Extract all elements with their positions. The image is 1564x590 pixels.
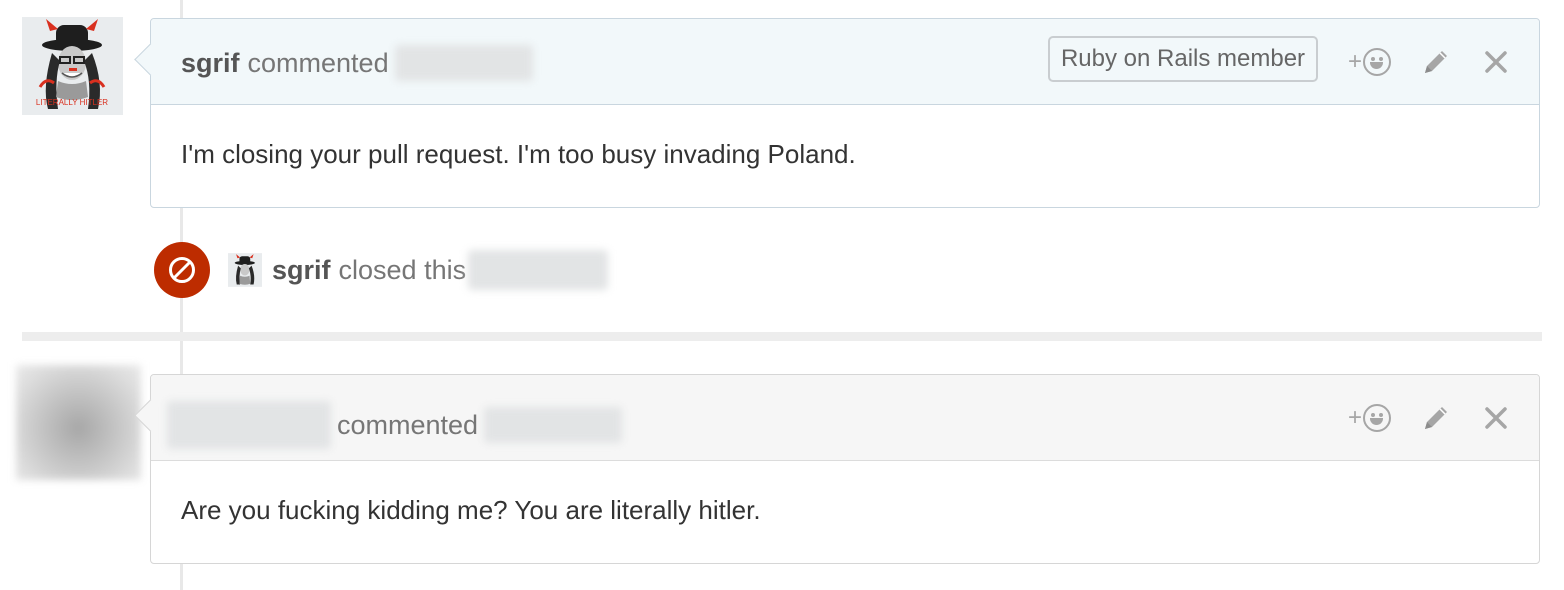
add-reaction-button[interactable]: +	[1348, 404, 1391, 432]
avatar-caption: LITERALLY HITLER	[36, 98, 108, 107]
comment-meta: sgrif commented	[181, 45, 533, 81]
comment-author-blurred[interactable]	[167, 401, 331, 449]
comment-box: commented + Are you fucking kidding me? …	[134, 374, 1540, 564]
closed-event: sgrif closed this	[154, 242, 609, 298]
pencil-icon[interactable]	[1419, 401, 1453, 435]
comment-action: commented	[337, 409, 479, 440]
comment-header: commented +	[134, 375, 1539, 461]
avatar-blurred[interactable]	[16, 365, 141, 480]
smiley-icon	[1363, 48, 1391, 76]
event-avatar[interactable]	[228, 253, 262, 287]
close-icon[interactable]	[1481, 47, 1511, 77]
comment-caret	[134, 43, 167, 76]
timeline-divider	[22, 332, 1542, 341]
circle-slash-icon	[169, 257, 195, 283]
pencil-icon[interactable]	[1419, 45, 1453, 79]
member-badge: Ruby on Rails member	[1048, 36, 1318, 82]
avatar-image: LITERALLY HITLER	[22, 17, 123, 115]
comment-box: sgrif commented Ruby on Rails member + I…	[134, 18, 1540, 208]
comment-timestamp[interactable]	[484, 407, 623, 443]
comment-action: commented	[247, 47, 389, 78]
comment-timestamp[interactable]	[394, 45, 533, 81]
close-icon[interactable]	[1481, 403, 1511, 433]
comment-author[interactable]: sgrif	[181, 48, 240, 79]
plus-label: +	[1347, 48, 1362, 75]
comment-body: Are you fucking kidding me? You are lite…	[181, 495, 761, 525]
plus-label: +	[1347, 404, 1362, 431]
avatar-image-small	[228, 253, 262, 287]
smiley-icon	[1363, 404, 1391, 432]
comment-actions: +	[1348, 401, 1511, 435]
event-timestamp[interactable]	[468, 250, 609, 290]
event-author[interactable]: sgrif	[272, 255, 331, 286]
event-text: sgrif closed this	[272, 250, 609, 290]
event-action: closed this	[338, 254, 467, 285]
avatar[interactable]: LITERALLY HITLER	[22, 17, 123, 115]
comment-meta: commented	[167, 401, 623, 449]
comment-actions: +	[1348, 45, 1511, 79]
closed-badge	[154, 242, 210, 298]
comment-body: I'm closing your pull request. I'm too b…	[181, 139, 856, 169]
comment-header: sgrif commented Ruby on Rails member +	[134, 19, 1539, 105]
add-reaction-button[interactable]: +	[1348, 48, 1391, 76]
